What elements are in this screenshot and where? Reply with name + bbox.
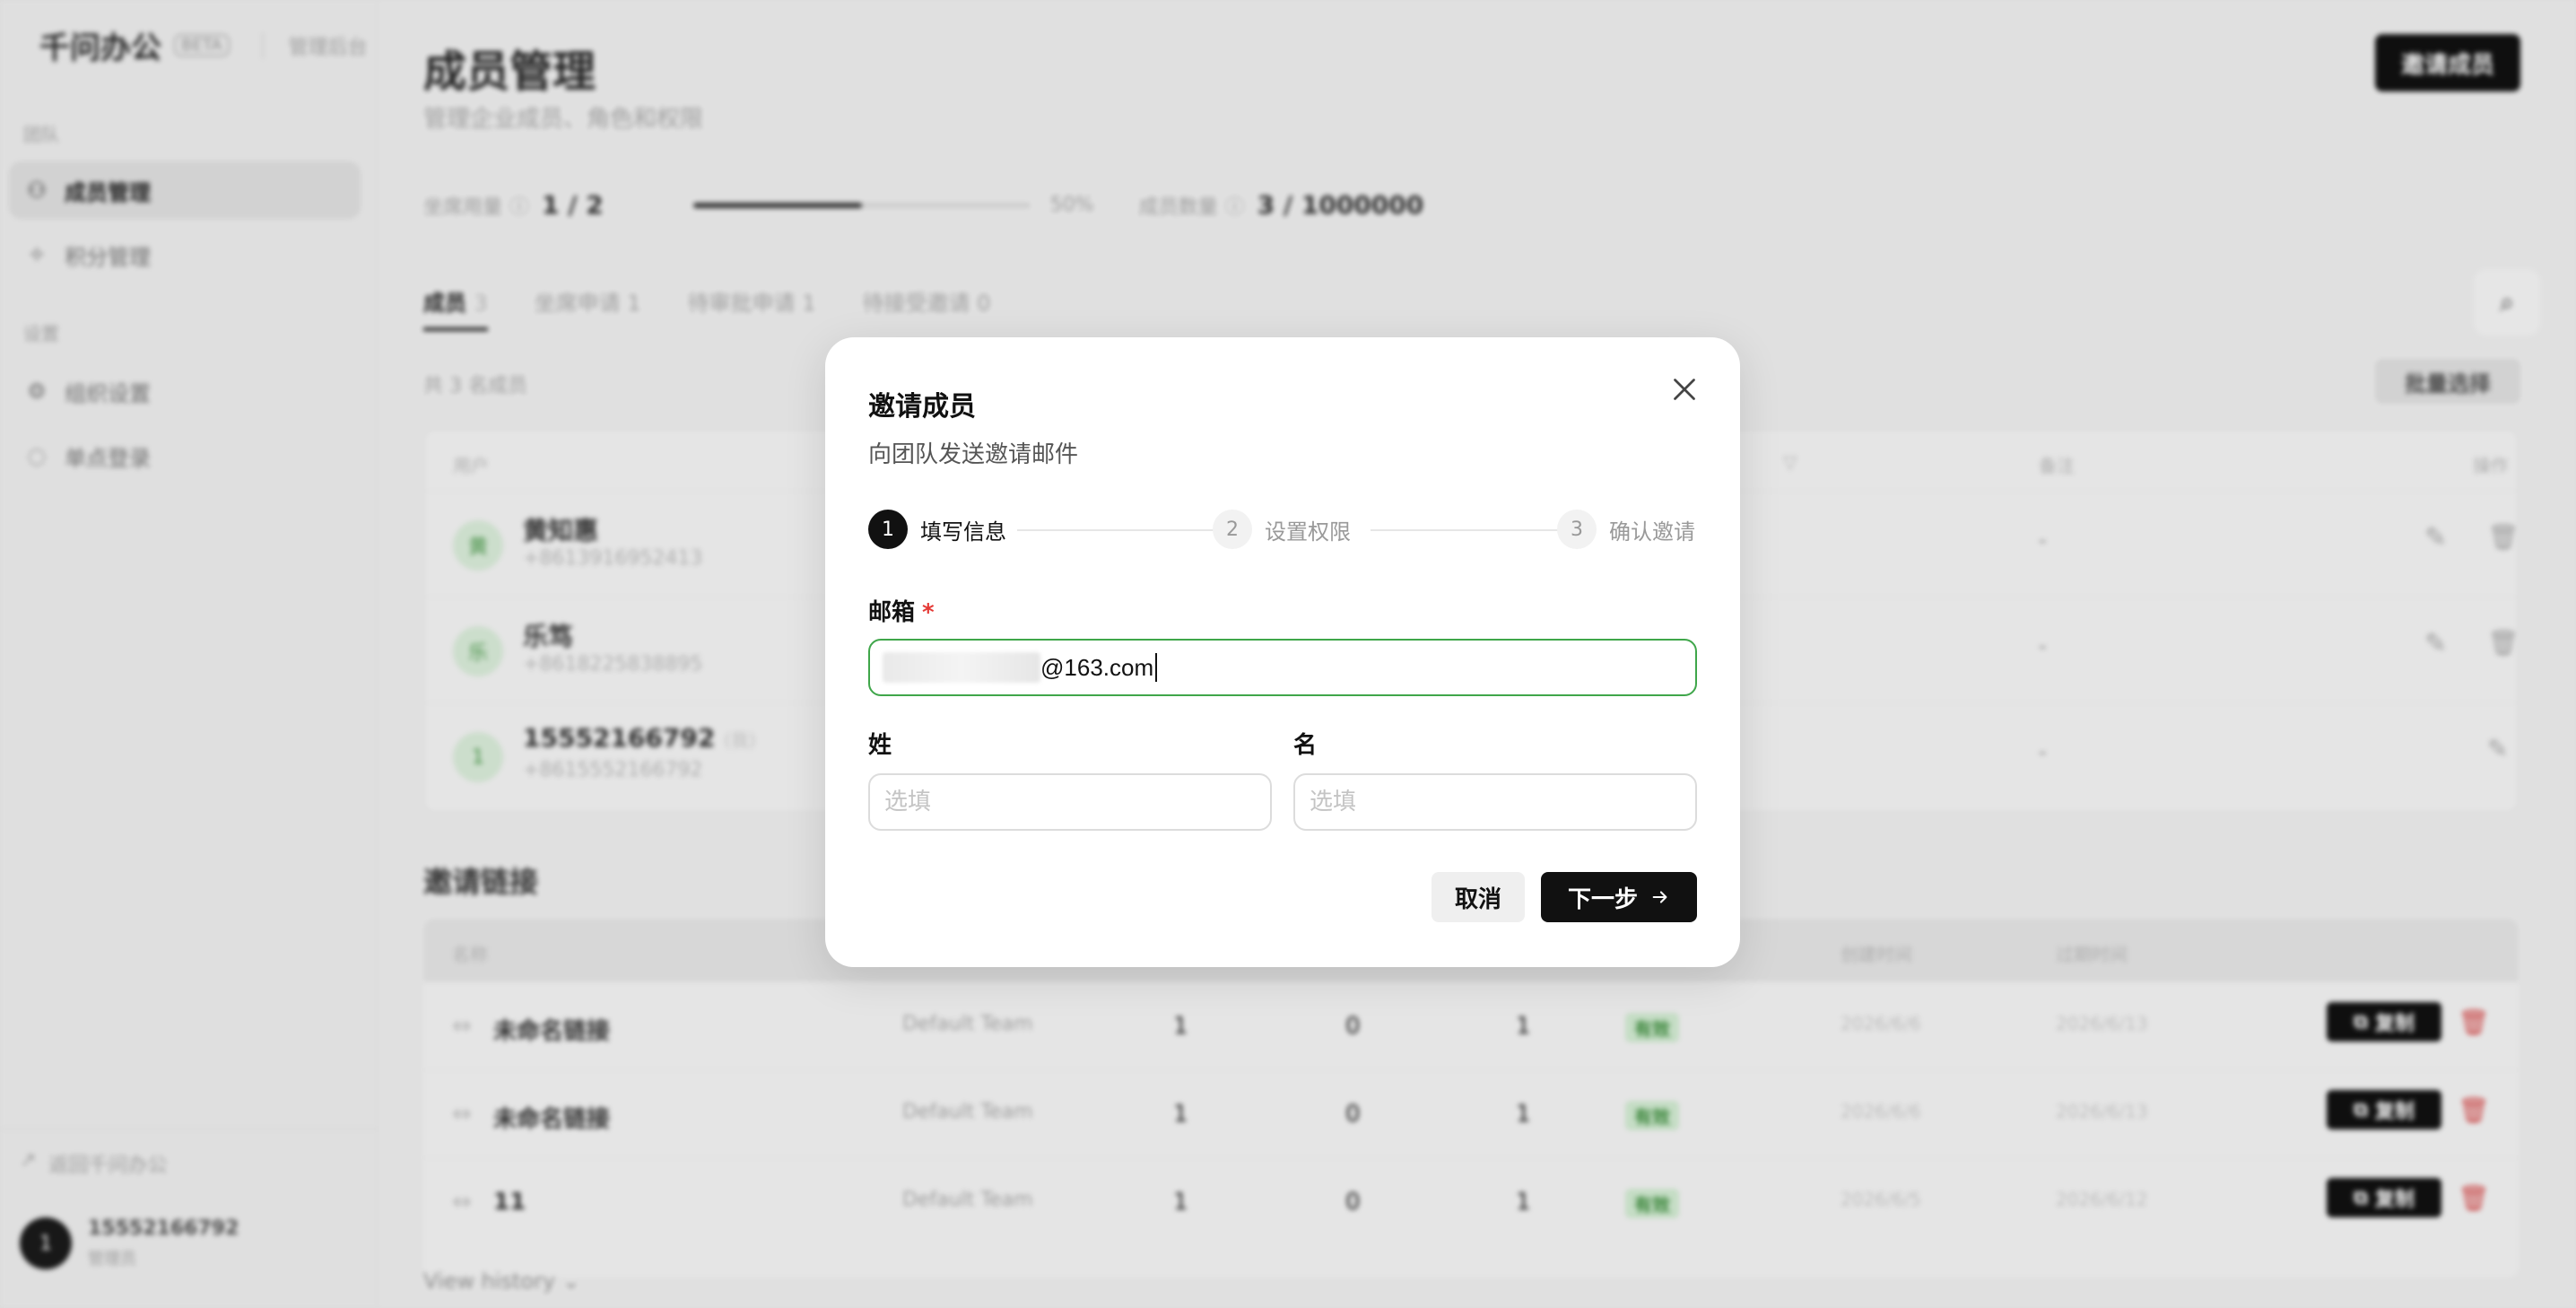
required-mark: *	[922, 599, 935, 626]
last-name-field[interactable]	[868, 773, 1272, 831]
stepper: 1 填写信息 2 设置权限 3 确认邀请	[868, 510, 1697, 551]
next-step-button[interactable]: 下一步	[1541, 872, 1697, 922]
dialog-subtitle: 向团队发送邀请邮件	[868, 441, 1079, 468]
step-number: 1	[868, 510, 908, 549]
next-step-label: 下一步	[1567, 885, 1638, 913]
close-icon[interactable]	[1668, 373, 1701, 405]
first-name-label: 名	[1293, 732, 1318, 759]
step-label: 确认邀请	[1609, 519, 1695, 545]
step-connector	[1371, 529, 1570, 531]
email-label: 邮箱 *	[868, 599, 935, 626]
step-number: 3	[1557, 510, 1597, 549]
last-name-label: 姓	[868, 732, 892, 759]
redacted-email-prefix	[883, 652, 1040, 683]
step-connector	[1017, 529, 1231, 531]
arrow-right-icon	[1652, 891, 1667, 903]
dialog-title: 邀请成员	[868, 391, 976, 423]
email-value: @163.com	[1040, 653, 1154, 681]
step-1: 1 填写信息	[868, 510, 1006, 549]
step-number: 2	[1213, 510, 1252, 549]
cancel-button[interactable]: 取消	[1432, 872, 1525, 922]
invite-member-dialog: 邀请成员 向团队发送邀请邮件 1 填写信息 2 设置权限 3 确认邀请 邮箱 * …	[825, 337, 1740, 967]
step-3: 3 确认邀请	[1557, 510, 1695, 549]
step-label: 设置权限	[1265, 519, 1351, 545]
step-2: 2 设置权限	[1213, 510, 1351, 549]
step-label: 填写信息	[920, 519, 1006, 545]
first-name-field[interactable]	[1293, 773, 1697, 831]
text-caret	[1155, 653, 1158, 682]
email-field[interactable]: @163.com	[868, 639, 1697, 696]
